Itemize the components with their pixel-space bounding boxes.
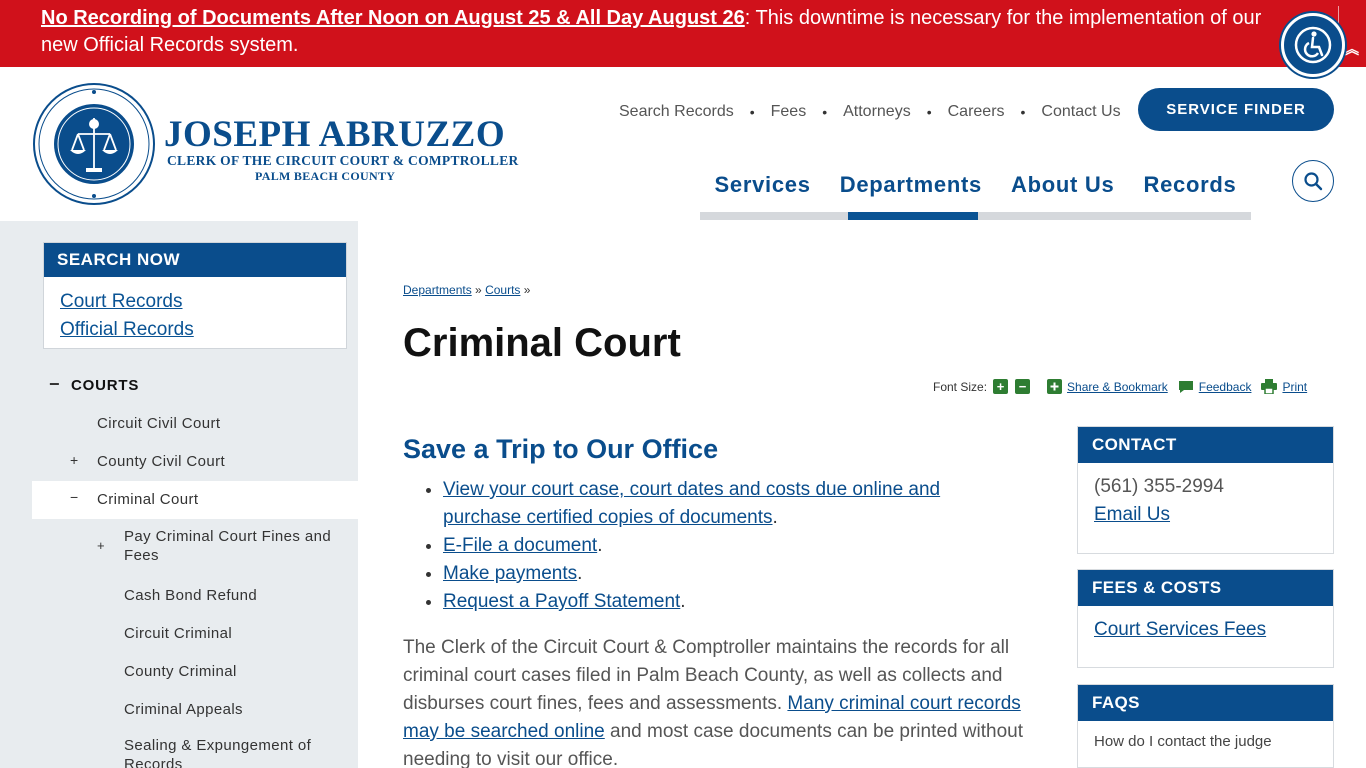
expand-icon[interactable]: +: [70, 452, 79, 468]
collapse-icon[interactable]: −: [49, 374, 60, 395]
list-item: Request a Payoff Statement.: [443, 588, 1003, 616]
utility-link-search-records[interactable]: Search Records: [619, 103, 734, 121]
share-bookmark-link[interactable]: Share & Bookmark: [1067, 380, 1168, 394]
sidebar-item-label: County Civil Court: [97, 453, 226, 470]
sidebar-subitem-cash-bond-refund[interactable]: Cash Bond Refund: [0, 576, 358, 614]
nav-active-indicator: [848, 212, 978, 220]
sidebar: SEARCH NOW Court Records Official Record…: [0, 221, 358, 768]
alert-banner: No Recording of Documents After Noon on …: [0, 0, 1366, 67]
plus-square-icon: [1047, 379, 1063, 394]
sidebar-subitem-sealing-expungement[interactable]: Sealing & Expungement of Records: [0, 728, 358, 768]
intro-paragraph: The Clerk of the Circuit Court & Comptro…: [403, 634, 1033, 768]
font-increase-button[interactable]: +: [993, 379, 1009, 394]
sidebar-subitem-county-criminal[interactable]: County Criminal: [0, 652, 358, 690]
fees-card: FEES & COSTS Court Services Fees: [1077, 569, 1334, 668]
page-tools: Font Size: + − Share & Bookmark Feedback…: [933, 379, 1334, 394]
alert-link[interactable]: No Recording of Documents After Noon on …: [41, 7, 745, 29]
separator-dot: •: [1020, 104, 1026, 120]
list-item: Make payments.: [443, 560, 1003, 588]
breadcrumb-courts[interactable]: Courts: [485, 283, 520, 297]
sidebar-subitem-circuit-criminal[interactable]: Circuit Criminal: [0, 614, 358, 652]
sidebar-item-county-civil-court[interactable]: + County Civil Court: [0, 443, 358, 481]
utility-nav: Search Records • Fees • Attorneys • Care…: [619, 103, 1121, 121]
utility-link-contact-us[interactable]: Contact Us: [1041, 103, 1120, 121]
utility-link-careers[interactable]: Careers: [948, 103, 1005, 121]
court-services-fees-link[interactable]: Court Services Fees: [1094, 619, 1266, 640]
comment-icon: [1178, 380, 1193, 393]
expand-icon[interactable]: +: [97, 536, 105, 555]
separator-dot: •: [749, 104, 755, 120]
breadcrumb-separator: »: [523, 283, 531, 297]
view-court-case-link[interactable]: View your court case, court dates and co…: [443, 479, 940, 528]
nav-records[interactable]: Records: [1144, 172, 1237, 198]
sidebar-subitem-label: County Criminal: [124, 663, 237, 680]
clerk-seal-logo[interactable]: [32, 82, 156, 206]
utility-link-fees[interactable]: Fees: [771, 103, 807, 121]
fees-heading: FEES & COSTS: [1078, 570, 1333, 606]
sidebar-subitem-label: Cash Bond Refund: [124, 587, 258, 604]
email-us-link[interactable]: Email Us: [1094, 504, 1170, 525]
search-now-box: SEARCH NOW Court Records Official Record…: [43, 242, 347, 349]
site-header: JOSEPH ABRUZZO CLERK OF THE CIRCUIT COUR…: [0, 67, 1366, 221]
sidebar-section-label: COURTS: [71, 377, 140, 394]
contact-phone: (561) 355-2994: [1094, 476, 1224, 497]
efile-link[interactable]: E-File a document: [443, 535, 597, 556]
brand-subtitle: CLERK OF THE CIRCUIT COURT & COMPTROLLER: [167, 153, 519, 168]
page-title: Criminal Court: [403, 321, 681, 365]
sidebar-subitem-pay-fines[interactable]: + Pay Criminal Court Fines and Fees: [0, 519, 358, 576]
sidebar-subitem-criminal-appeals[interactable]: Criminal Appeals: [0, 690, 358, 728]
save-trip-list: View your court case, court dates and co…: [443, 476, 1003, 616]
sidebar-subitem-label: Criminal Appeals: [124, 701, 243, 718]
faqs-heading: FAQS: [1078, 685, 1333, 721]
sidebar-item-criminal-court[interactable]: − Criminal Court: [32, 481, 358, 519]
search-now-heading: SEARCH NOW: [44, 243, 346, 277]
sidebar-section-courts[interactable]: − COURTS: [0, 369, 358, 405]
search-button[interactable]: [1292, 160, 1334, 202]
print-icon: [1261, 379, 1278, 394]
feedback-link[interactable]: Feedback: [1199, 380, 1252, 394]
nav-services[interactable]: Services: [715, 172, 811, 198]
chevron-double-up-icon: ︽: [1345, 41, 1359, 57]
font-size-label: Font Size:: [933, 379, 988, 394]
breadcrumb-separator: »: [475, 283, 482, 297]
save-trip-heading: Save a Trip to Our Office: [403, 434, 719, 464]
contact-heading: CONTACT: [1078, 427, 1333, 463]
main-nav: Services Departments About Us Records: [700, 166, 1251, 204]
official-records-link[interactable]: Official Records: [60, 316, 346, 344]
brand-county: PALM BEACH COUNTY: [255, 169, 396, 183]
nav-indicator-bar: [700, 212, 1251, 220]
brand-name[interactable]: JOSEPH ABRUZZO: [164, 115, 505, 155]
breadcrumb: Departments » Courts »: [403, 283, 530, 297]
separator-dot: •: [822, 104, 828, 120]
sidebar-subitem-label: Circuit Criminal: [124, 625, 233, 642]
faq-question[interactable]: How do I contact the judge: [1094, 731, 1317, 753]
font-decrease-button[interactable]: −: [1015, 379, 1031, 394]
sidebar-subitem-label: Pay Criminal Court Fines and Fees: [124, 528, 332, 564]
sidebar-subitem-label: Sealing & Expungement of Records: [124, 737, 312, 768]
faqs-card: FAQS How do I contact the judge: [1077, 684, 1334, 768]
service-finder-button[interactable]: SERVICE FINDER: [1138, 88, 1334, 131]
nav-about-us[interactable]: About Us: [1011, 172, 1114, 198]
sidebar-nav: − COURTS Circuit Civil Court + County Ci…: [0, 369, 358, 768]
sidebar-item-circuit-civil-court[interactable]: Circuit Civil Court: [0, 405, 358, 443]
accessibility-button[interactable]: [1281, 13, 1345, 77]
make-payments-link[interactable]: Make payments: [443, 563, 577, 584]
separator-dot: •: [926, 104, 932, 120]
contact-card: CONTACT (561) 355-2994 Email Us: [1077, 426, 1334, 554]
print-link[interactable]: Print: [1282, 380, 1307, 394]
sidebar-item-label: Circuit Civil Court: [97, 415, 221, 432]
search-icon: [1304, 172, 1323, 191]
utility-link-attorneys[interactable]: Attorneys: [843, 103, 911, 121]
collapse-icon[interactable]: −: [70, 489, 79, 505]
list-item: View your court case, court dates and co…: [443, 476, 1003, 532]
payoff-statement-link[interactable]: Request a Payoff Statement: [443, 591, 680, 612]
wheelchair-icon: [1294, 26, 1332, 64]
sidebar-item-label: Criminal Court: [97, 491, 199, 508]
court-records-link[interactable]: Court Records: [60, 288, 346, 316]
breadcrumb-departments[interactable]: Departments: [403, 283, 472, 297]
nav-departments[interactable]: Departments: [840, 172, 982, 198]
list-item: E-File a document.: [443, 532, 1003, 560]
